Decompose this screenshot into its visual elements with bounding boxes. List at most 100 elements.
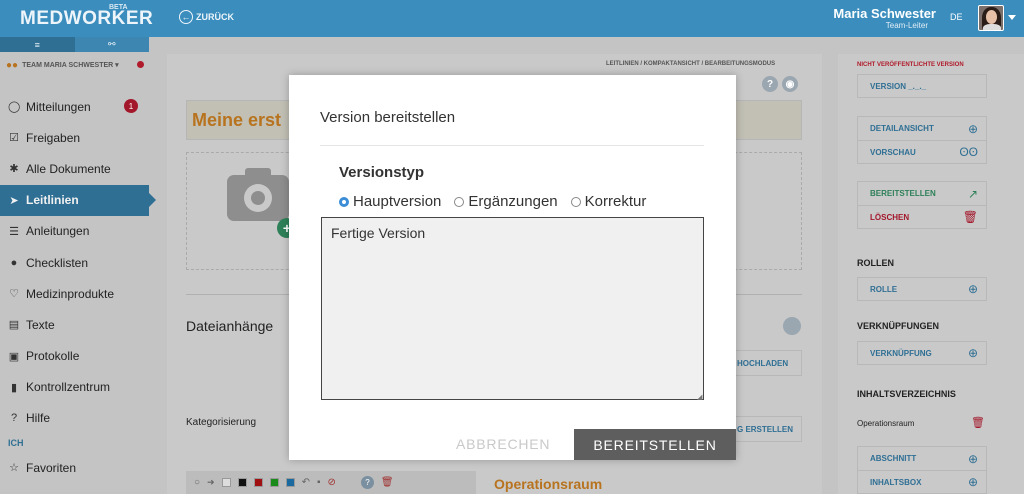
app-logo[interactable]: MEDWORKER <box>20 8 153 30</box>
color-swatch-black[interactable] <box>237 478 247 487</box>
version-type-radio-group: Hauptversion Ergänzungen Korrektur <box>339 193 646 210</box>
sidebar-item-label: Medizinprodukte <box>26 286 115 301</box>
sidebar-item-alle-dokumente[interactable]: ✱ Alle Dokumente <box>0 153 149 184</box>
newspaper-icon: ▤ <box>8 319 20 332</box>
sidebar-item-label: Protokolle <box>26 349 80 364</box>
question-circle-icon: ? <box>10 412 18 425</box>
content-box-button[interactable]: INHALTSBOX ⊕ <box>857 470 987 494</box>
sidebar-item-medizinprodukte[interactable]: ♡ Medizinprodukte <box>0 278 149 309</box>
trash-icon: 🗑 <box>962 210 978 224</box>
sidebar-item-label: Texte <box>26 317 55 332</box>
cancel-button[interactable]: ABBRECHEN <box>456 436 550 452</box>
ban-icon[interactable]: ⊘ <box>328 477 336 488</box>
modal-divider <box>320 145 704 146</box>
user-role: Team-Leiter <box>885 21 928 30</box>
links-heading: VERKNÜPFUNGEN <box>857 321 940 331</box>
upload-button[interactable]: HOCHLADEN <box>730 350 802 376</box>
heartbeat-icon: ♡ <box>9 288 19 301</box>
bar-chart-icon: ▮ <box>10 381 18 394</box>
version-button[interactable]: VERSION _._._ <box>857 74 987 98</box>
question-icon[interactable]: ? <box>762 76 778 92</box>
color-swatch-blue[interactable] <box>285 478 295 487</box>
sidebar-item-freigaben[interactable]: ☑ Freigaben <box>0 122 149 153</box>
color-swatch-red[interactable] <box>253 478 263 487</box>
link-label: VERKNÜPFUNG <box>870 348 932 358</box>
delete-button[interactable]: LÖSCHEN 🗑 <box>857 205 987 229</box>
back-button[interactable]: ← ZURÜCK <box>179 10 234 24</box>
section-button[interactable]: ABSCHNITT ⊕ <box>857 446 987 470</box>
editor-toolbar: ○ ➜ ↶ ▪ ⊘ ? 🗑 <box>186 471 476 494</box>
unpublished-label: NICHT VERÖFFENTLICHTE VERSION <box>857 62 964 68</box>
sidebar-item-anleitungen[interactable]: ☰ Anleitungen <box>0 216 149 247</box>
role-label: ROLLE <box>870 284 898 294</box>
link-button[interactable]: VERKNÜPFUNG ⊕ <box>857 341 987 365</box>
role-button[interactable]: ROLLE ⊕ <box>857 277 987 301</box>
radio-label: Korrektur <box>584 193 647 210</box>
sidebar-item-kontrollzentrum[interactable]: ▮ Kontrollzentrum <box>0 372 149 403</box>
toc-item[interactable]: Operationsraum <box>857 419 914 428</box>
eye-slash-icon[interactable] <box>783 317 801 335</box>
arrow-right-icon[interactable]: ➜ <box>207 477 215 488</box>
circle-icon[interactable]: ○ <box>194 477 200 488</box>
save-icon[interactable]: ▪ <box>317 477 321 488</box>
sidebar-item-favoriten[interactable]: ☆ Favoriten <box>0 452 149 483</box>
sidebar-item-mitteilungen[interactable]: ◯ Mitteilungen 1 <box>0 91 149 122</box>
language-selector[interactable]: DE <box>950 12 963 22</box>
unread-badge: 1 <box>124 99 138 113</box>
plus-circle-icon: ⊕ <box>967 282 978 296</box>
sidebar-item-label: Anleitungen <box>26 224 90 239</box>
plus-circle-icon: ⊕ <box>967 451 978 466</box>
eye-slash-icon[interactable]: ◉ <box>782 76 798 92</box>
sidebar-item-hilfe[interactable]: ? Hilfe <box>0 403 149 434</box>
sidebar-item-protokolle[interactable]: ▣ Protokolle <box>0 341 149 372</box>
sidebar-tab-team[interactable]: ⚯ <box>74 37 149 52</box>
trash-icon[interactable]: 🗑 <box>971 416 985 429</box>
color-swatch-white[interactable] <box>221 478 231 487</box>
zoom-icon: ⊕ <box>967 121 978 136</box>
sidebar-item-label: Mitteilungen <box>26 99 91 114</box>
resize-grip-icon[interactable]: ◢ <box>697 393 702 401</box>
content-box-label: INHALTSBOX <box>870 477 922 487</box>
undo-icon[interactable]: ↶ <box>302 477 310 488</box>
detail-view-button[interactable]: DETAILANSICHT ⊕ <box>857 116 987 140</box>
team-label: TEAM MARIA SCHWESTER ▾ <box>22 62 119 69</box>
plus-circle-icon: ⊕ <box>967 346 978 360</box>
chat-icon: ◯ <box>8 101 21 114</box>
avatar[interactable] <box>978 5 1004 31</box>
sidebar-item-leitlinien[interactable]: ➤ Leitlinien <box>0 184 156 216</box>
asterisk-icon: ✱ <box>9 163 19 176</box>
radio-korrektur[interactable]: Korrektur <box>570 193 647 210</box>
beta-badge: BETA <box>109 4 128 11</box>
user-name[interactable]: Maria Schwester <box>833 6 936 21</box>
sidebar-item-checklisten[interactable]: ● Checklisten <box>0 247 149 278</box>
check-circle-icon: ● <box>10 256 18 269</box>
team-selector[interactable]: ●● TEAM MARIA SCHWESTER ▾ <box>0 55 149 75</box>
preview-button[interactable]: VORSCHAU ʘʘ <box>857 140 987 164</box>
sidebar-tab-menu[interactable]: ≡ <box>0 37 75 52</box>
create-button[interactable]: G ERSTELLEN <box>730 416 802 442</box>
deploy-submit-button[interactable]: BEREITSTELLEN <box>574 429 736 460</box>
modal-title: Version bereitstellen <box>320 109 456 126</box>
radio-label: Hauptversion <box>353 193 442 210</box>
question-icon[interactable]: ? <box>360 476 374 489</box>
trash-icon[interactable]: 🗑 <box>381 477 394 488</box>
paper-plane-icon: ➤ <box>9 194 19 207</box>
sidebar-item-label: Hilfe <box>26 411 51 426</box>
sidebar-item-label: Leitlinien <box>26 193 79 208</box>
radio-label: Ergänzungen <box>468 193 558 210</box>
section-title: Operationsraum <box>494 476 603 492</box>
radio-ergaenzungen[interactable]: Ergänzungen <box>454 193 558 210</box>
star-icon: ☆ <box>9 462 19 475</box>
list-icon: ☰ <box>9 225 19 238</box>
arrow-left-icon: ← <box>179 10 193 24</box>
sidebar-item-texte[interactable]: ▤ Texte <box>0 309 149 340</box>
sidebar-tabs: ≡ ⚯ <box>0 37 149 52</box>
clipboard-icon: ▣ <box>8 350 20 363</box>
deploy-button[interactable]: BEREITSTELLEN ↗ <box>857 181 987 205</box>
attachments-heading: Dateianhänge <box>186 318 274 334</box>
radio-hauptversion[interactable]: Hauptversion <box>339 193 441 210</box>
categorization-label: Kategorisierung <box>186 417 257 428</box>
user-menu-caret-icon[interactable] <box>1008 15 1016 20</box>
version-notes-textarea[interactable]: Fertige Version <box>321 217 704 400</box>
color-swatch-green[interactable] <box>269 478 279 487</box>
